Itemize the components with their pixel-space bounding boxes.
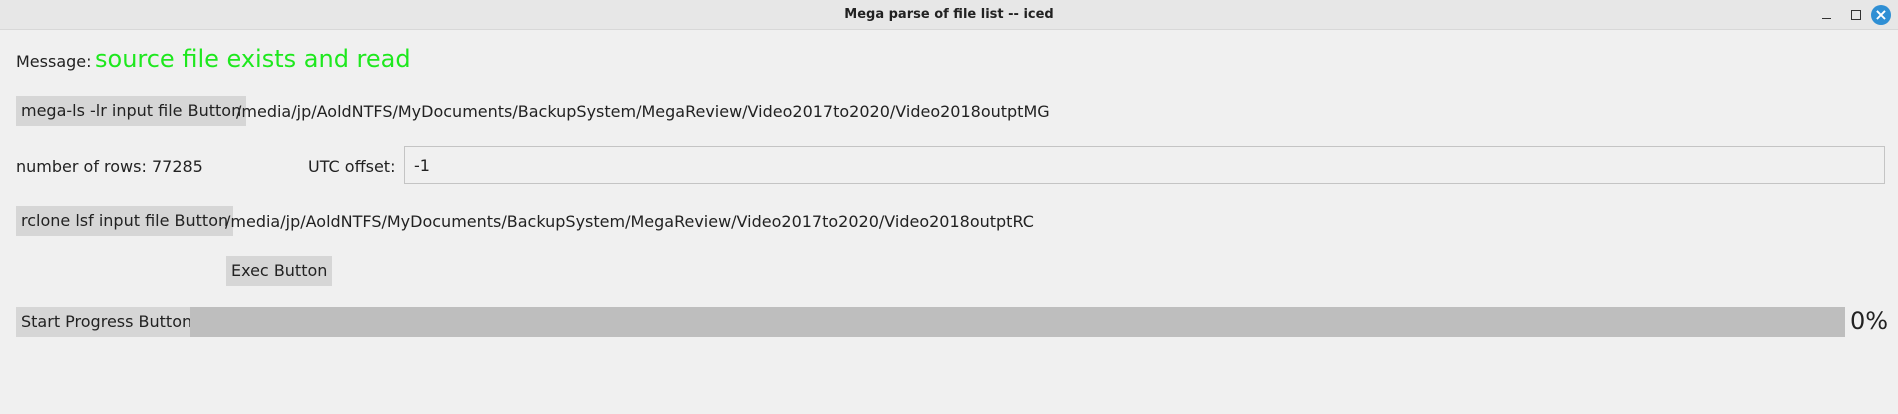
maximize-icon[interactable] [1846, 5, 1866, 25]
minimize-icon[interactable] [1816, 5, 1836, 25]
window-title: Mega parse of file list -- iced [844, 7, 1054, 22]
rclone-input-path: /media/jp/AoldNTFS/MyDocuments/BackupSys… [225, 212, 1034, 231]
progress-percent: 0% [1850, 307, 1889, 335]
message-label: Message: [16, 52, 92, 71]
utc-offset-label: UTC offset: [308, 157, 396, 176]
title-bar: Mega parse of file list -- iced × [0, 0, 1898, 30]
progress-bar [190, 307, 1845, 337]
exec-button[interactable]: Exec Button [226, 256, 333, 286]
mega-ls-input-file-button[interactable]: mega-ls -lr input file Button [16, 96, 247, 126]
row-count-text: number of rows: 77285 [16, 157, 203, 176]
start-progress-button[interactable]: Start Progress Button [16, 307, 198, 337]
close-icon[interactable]: × [1871, 5, 1891, 25]
rclone-lsf-input-file-button[interactable]: rclone lsf input file Button [16, 206, 234, 236]
message-value: source file exists and read [95, 45, 411, 73]
utc-offset-input[interactable]: -1 [404, 146, 1885, 184]
mega-input-path: /media/jp/AoldNTFS/MyDocuments/BackupSys… [236, 102, 1050, 121]
